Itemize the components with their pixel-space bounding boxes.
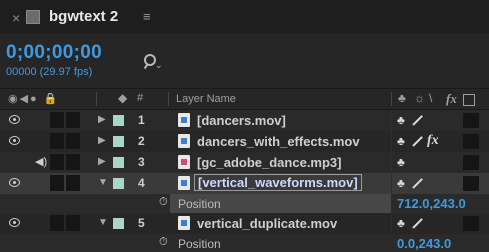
shy-switch-icon[interactable]: ♣ [397,176,405,190]
lock-switch[interactable] [66,175,80,191]
expand-triangle-icon[interactable]: ▶ [98,135,106,146]
expand-triangle-icon[interactable]: ▶ [98,114,106,125]
layer-name-edit-field[interactable]: [vertical_waveforms.mov] [194,174,362,191]
layer-row[interactable]: ◀) ▶ 3 [gc_adobe_dance.mp3] ♣ [0,152,489,173]
video-visibility-eye-icon[interactable] [9,178,20,187]
label-color-swatch[interactable] [113,115,124,126]
lock-switch[interactable] [66,154,80,170]
audio-speaker-icon[interactable]: ◀) [35,155,47,168]
solo-switch[interactable] [50,133,64,149]
composition-tab-bar: × bgwtext 2 ≡ [0,0,489,34]
frame-blend-switch[interactable] [463,176,479,191]
frame-count-display: 00000 (29.97 fps) [6,66,93,78]
layer-name-column-header[interactable]: Layer Name [176,93,236,105]
layer-name[interactable]: [gc_adobe_dance.mp3] [197,155,342,170]
shy-column-icon[interactable]: ♣ [398,91,406,105]
label-color-swatch[interactable] [113,178,124,189]
column-divider [391,131,392,152]
property-row[interactable]: ⏱ Position 0.0,243.0 [0,234,489,252]
label-color-swatch[interactable] [113,218,124,229]
video-file-icon [178,113,190,127]
solo-switch[interactable] [50,154,64,170]
audio-file-icon [178,155,190,169]
layer-number: 1 [138,113,145,127]
lock-switch[interactable] [66,112,80,128]
av-switch-column-icons: ◉◀● 🔒 [8,93,60,105]
collapse-triangle-icon[interactable]: ▼ [98,177,108,188]
solo-switch[interactable] [50,175,64,191]
effects-switch-icon[interactable]: fx [427,133,439,149]
column-divider [168,92,169,106]
quality-switch-icon[interactable] [412,136,423,147]
property-value[interactable]: 712.0,243.0 [397,196,466,211]
label-color-swatch[interactable] [113,136,124,147]
close-tab-icon[interactable]: × [12,10,20,26]
video-file-icon [178,216,190,230]
solo-switch[interactable] [50,112,64,128]
label-color-swatch[interactable] [113,157,124,168]
quality-switch-icon[interactable] [412,115,423,126]
layer-name[interactable]: [dancers.mov] [197,113,286,128]
effects-column-icon[interactable]: fx [446,91,457,107]
layer-number: 5 [138,216,145,230]
property-value[interactable]: 0.0,243.0 [397,236,451,251]
frame-blend-column-icon[interactable] [463,94,475,106]
column-divider [391,213,392,234]
frame-blend-switch[interactable] [463,216,479,231]
collapse-triangle-icon[interactable]: ▼ [98,217,108,228]
solo-switch[interactable] [50,215,64,231]
search-icon[interactable]: ⌄ [143,54,163,70]
layer-name[interactable]: vertical_duplicate.mov [197,216,337,231]
timecode-row: 0;00;00;00 00000 (29.97 fps) ⌄ [0,34,489,86]
layer-row[interactable]: ▼ 5 vertical_duplicate.mov ♣ [0,213,489,234]
quality-switch-icon[interactable] [412,178,423,189]
layer-row-selected[interactable]: ▼ 4 [vertical_waveforms.mov] ♣ [0,173,489,194]
composition-color-swatch [26,10,40,24]
property-name: Position [178,237,221,251]
column-divider [391,92,392,106]
label-column-icon[interactable]: ◆ [118,91,127,105]
shy-switch-icon[interactable]: ♣ [397,113,405,127]
column-divider [391,110,392,131]
layer-row[interactable]: ▶ 2 dancers_with_effects.mov ♣ fx [0,131,489,152]
video-file-icon [178,134,190,148]
property-name: Position [178,197,221,211]
property-row[interactable]: ⏱ Position 712.0,243.0 [0,194,489,213]
stopwatch-icon[interactable]: ⏱ [159,196,168,209]
column-divider [391,173,392,194]
shy-switch-icon[interactable]: ♣ [397,216,405,230]
frame-blend-switch[interactable] [463,113,479,128]
video-file-icon [178,176,190,190]
shy-switch-icon[interactable]: ♣ [397,155,405,169]
lock-switch[interactable] [66,215,80,231]
current-time-display[interactable]: 0;00;00;00 [6,42,102,64]
layer-number: 4 [138,176,145,190]
expand-triangle-icon[interactable]: ▶ [98,156,106,167]
quality-switch-icon[interactable] [412,218,423,229]
column-divider [96,92,97,106]
layer-number: 2 [138,134,145,148]
stopwatch-icon[interactable]: ⏱ [159,236,168,249]
layer-row[interactable]: ▶ 1 [dancers.mov] ♣ [0,110,489,131]
timeline-panel: × bgwtext 2 ≡ 0;00;00;00 00000 (29.97 fp… [0,0,489,252]
quality-column-icon[interactable]: \ [429,91,432,105]
layer-number: 3 [138,155,145,169]
video-visibility-eye-icon[interactable] [9,115,20,124]
panel-menu-icon[interactable]: ≡ [143,9,151,24]
lock-switch[interactable] [66,133,80,149]
video-visibility-eye-icon[interactable] [9,218,20,227]
composition-tab-title[interactable]: bgwtext 2 [49,8,118,25]
frame-blend-switch[interactable] [463,134,479,149]
layer-number-column-header[interactable]: # [137,92,143,104]
collapse-column-icon[interactable]: ☼ [414,91,425,105]
frame-blend-switch[interactable] [463,155,479,170]
layer-name[interactable]: dancers_with_effects.mov [197,134,360,149]
shy-switch-icon[interactable]: ♣ [397,134,405,148]
column-divider [391,152,392,173]
video-visibility-eye-icon[interactable] [9,136,20,145]
layer-columns-header: ◉◀● 🔒 ◆ # Layer Name ♣ ☼ \ fx [0,88,489,110]
